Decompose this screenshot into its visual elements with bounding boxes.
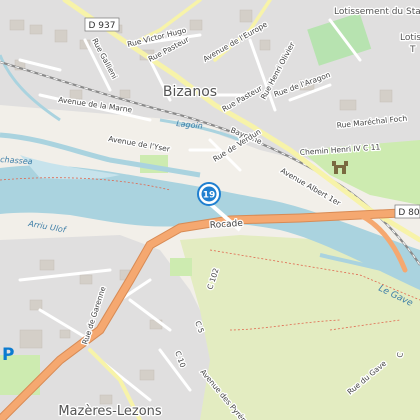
place-mazeres-lezons: Mazères-Lezons [58,404,162,419]
map-view[interactable]: 19 P D 937 D 80 Bizanos Mazères-Lezons L… [0,0,420,420]
shield-d80: D 80 [398,208,420,218]
poi-marker-number: 19 [203,191,216,201]
map-canvas[interactable]: 19 P D 937 D 80 Bizanos Mazères-Lezons L… [0,0,420,420]
poi-marker-19[interactable]: 19 [197,182,221,206]
place-lotis: Lotis [400,33,420,43]
shield-d937: D 937 [89,21,116,31]
place-lotis-t: T [409,45,416,55]
place-bizanos: Bizanos [163,84,217,100]
parking-icon: P [2,345,14,365]
place-lotissement: Lotissement du Stade [334,7,420,17]
parking-label: P [2,345,14,365]
